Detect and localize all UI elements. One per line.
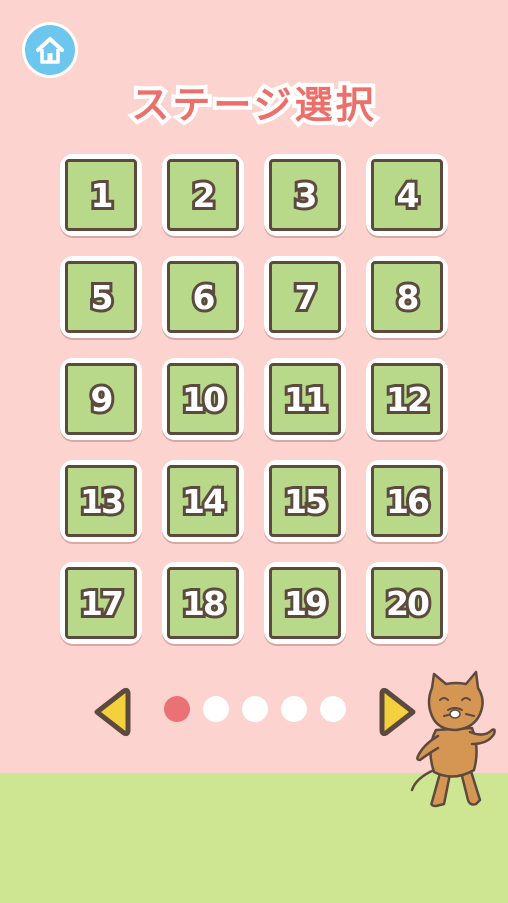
home-button[interactable]: [22, 22, 78, 78]
stage-tile-face: 8: [371, 261, 443, 333]
stage-tile-face: 16: [371, 465, 443, 537]
home-button-circle: [25, 25, 75, 75]
stage-number: 7: [292, 275, 321, 320]
stage-tile-face: 4: [371, 159, 443, 231]
stage-number: 16: [383, 479, 433, 524]
stage-tile-face: 5: [65, 261, 137, 333]
stage-number: 9: [88, 377, 117, 422]
stage-number: 11: [281, 377, 331, 422]
page-dot-1[interactable]: [164, 696, 190, 722]
stage-tile-face: 12: [371, 363, 443, 435]
page-dot-5[interactable]: [320, 696, 346, 722]
stage-tile-face: 15: [269, 465, 341, 537]
stage-tile-face: 10: [167, 363, 239, 435]
stage-number: 20: [383, 581, 433, 626]
stage-button-14[interactable]: 14: [162, 460, 244, 542]
triangle-left-icon: [94, 687, 131, 737]
stage-button-13[interactable]: 13: [60, 460, 142, 542]
stage-button-1[interactable]: 1: [60, 154, 142, 236]
prev-page-button[interactable]: [88, 684, 134, 740]
stage-tile-face: 14: [167, 465, 239, 537]
stage-tile-face: 19: [269, 567, 341, 639]
stage-number: 3: [292, 173, 321, 218]
stage-number: 17: [77, 581, 127, 626]
page-title: ステージ選択: [127, 79, 377, 131]
stage-button-3[interactable]: 3: [264, 154, 346, 236]
stage-number: 5: [88, 275, 117, 320]
stage-number: 19: [281, 581, 331, 626]
stage-button-5[interactable]: 5: [60, 256, 142, 338]
stage-number: 6: [190, 275, 219, 320]
stage-button-9[interactable]: 9: [60, 358, 142, 440]
stage-button-19[interactable]: 19: [264, 562, 346, 644]
stage-button-17[interactable]: 17: [60, 562, 142, 644]
stage-grid: 1 2 3 4 5 6 7 8 9 10 11 12 13 14 15 16 17 18 19 20: [60, 154, 452, 644]
page-indicator: [164, 696, 346, 722]
home-icon: [36, 37, 64, 64]
stage-number: 12: [383, 377, 433, 422]
stage-tile-face: 13: [65, 465, 137, 537]
stage-tile-face: 20: [371, 567, 443, 639]
stage-button-15[interactable]: 15: [264, 460, 346, 542]
stage-tile-face: 17: [65, 567, 137, 639]
stage-tile-face: 11: [269, 363, 341, 435]
stage-number: 14: [179, 479, 229, 524]
stage-number: 10: [179, 377, 229, 422]
stage-number: 4: [394, 173, 423, 218]
stage-tile-face: 7: [269, 261, 341, 333]
stage-number: 18: [179, 581, 229, 626]
page-dot-2[interactable]: [203, 696, 229, 722]
page-dot-4[interactable]: [281, 696, 307, 722]
stage-tile-face: 6: [167, 261, 239, 333]
stage-button-8[interactable]: 8: [366, 256, 448, 338]
page-dot-3[interactable]: [242, 696, 268, 722]
stage-tile-face: 2: [167, 159, 239, 231]
stage-button-6[interactable]: 6: [162, 256, 244, 338]
stage-button-20[interactable]: 20: [366, 562, 448, 644]
stage-tile-face: 3: [269, 159, 341, 231]
stage-button-7[interactable]: 7: [264, 256, 346, 338]
stage-tile-face: 9: [65, 363, 137, 435]
stage-number: 2: [190, 173, 219, 218]
stage-button-18[interactable]: 18: [162, 562, 244, 644]
stage-tile-face: 1: [65, 159, 137, 231]
stage-number: 15: [281, 479, 331, 524]
stage-button-16[interactable]: 16: [366, 460, 448, 542]
stage-number: 13: [77, 479, 127, 524]
stage-number: 8: [394, 275, 423, 320]
cat-icon: [410, 670, 496, 808]
stage-button-12[interactable]: 12: [366, 358, 448, 440]
stage-tile-face: 18: [167, 567, 239, 639]
stage-button-11[interactable]: 11: [264, 358, 346, 440]
stage-button-2[interactable]: 2: [162, 154, 244, 236]
stage-button-10[interactable]: 10: [162, 358, 244, 440]
stage-button-4[interactable]: 4: [366, 154, 448, 236]
stage-number: 1: [88, 173, 117, 218]
